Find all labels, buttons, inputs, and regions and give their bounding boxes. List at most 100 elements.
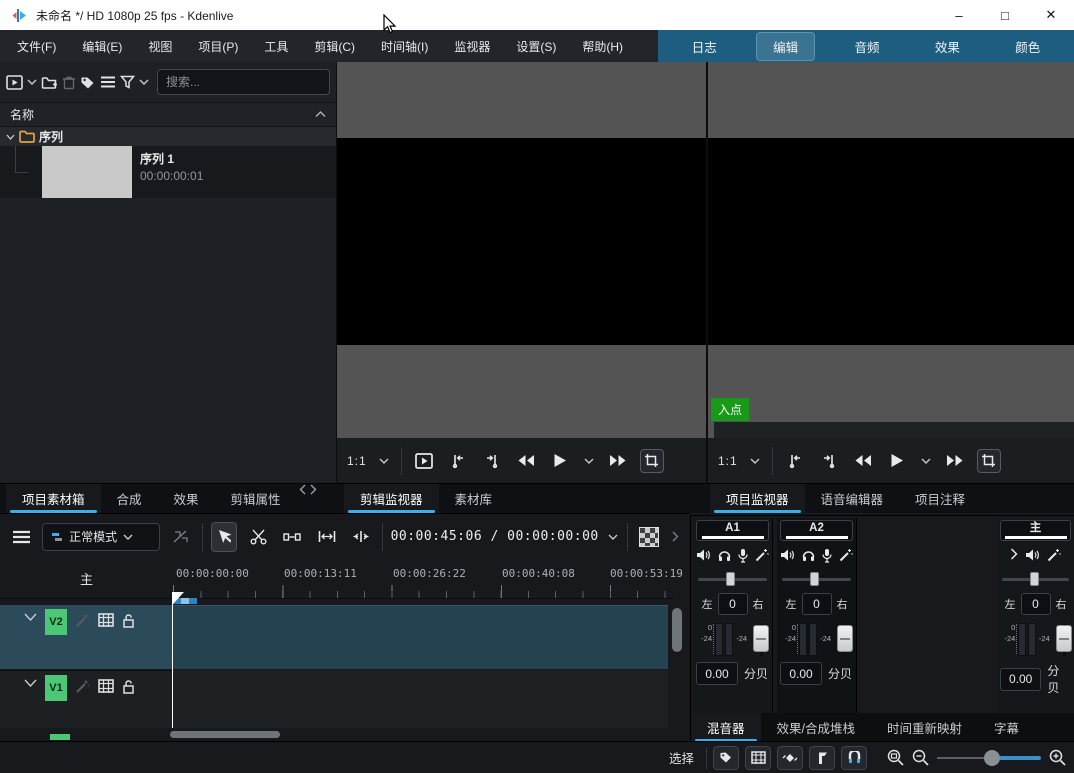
effects-icon[interactable] xyxy=(755,548,769,564)
timeline-zoom-slider[interactable] xyxy=(937,750,1041,766)
minimize-button[interactable]: – xyxy=(936,0,982,30)
project-monitor-zoom-level[interactable]: 1:1 xyxy=(718,454,738,468)
razor-tool-icon[interactable] xyxy=(245,522,271,552)
filter-dropdown-icon[interactable] xyxy=(139,70,149,94)
resize-item-icon[interactable] xyxy=(314,522,340,552)
sequence-tab-main[interactable]: 主 xyxy=(0,559,173,599)
maximize-button[interactable]: □ xyxy=(982,0,1028,30)
snap-markers-button[interactable] xyxy=(809,746,835,770)
mute-icon[interactable] xyxy=(1025,548,1040,564)
bin-clip-row[interactable]: 序列 1 00:00:00:01 xyxy=(0,146,336,198)
toolbar-overflow-icon[interactable] xyxy=(670,525,682,549)
tab-project-monitor[interactable]: 项目监视器 xyxy=(710,484,805,513)
effects-icon[interactable] xyxy=(839,548,853,564)
menu-tools[interactable]: 工具 xyxy=(251,30,301,62)
timecode-dropdown-icon[interactable] xyxy=(607,525,619,549)
play-icon[interactable] xyxy=(548,449,572,473)
channel-title-button[interactable]: A2 xyxy=(780,520,853,541)
set-out-point-icon[interactable] xyxy=(480,449,504,473)
tab-subtitles[interactable]: 字幕 xyxy=(978,713,1035,742)
set-in-point-icon[interactable] xyxy=(783,449,807,473)
mute-icon[interactable] xyxy=(696,548,711,564)
clip-in-timeline-icon[interactable] xyxy=(412,449,436,473)
mute-icon[interactable] xyxy=(780,548,795,564)
record-icon[interactable] xyxy=(822,548,832,564)
track-lock-icon[interactable] xyxy=(122,679,135,694)
add-clip-button[interactable] xyxy=(6,70,23,94)
balance-value[interactable]: 0 xyxy=(718,593,748,615)
tab-scroll-right-icon[interactable] xyxy=(308,484,319,495)
tab-mixer[interactable]: 混音器 xyxy=(691,713,761,742)
menu-timeline[interactable]: 时间轴(I) xyxy=(368,30,441,62)
solo-icon[interactable] xyxy=(802,548,815,564)
play-icon[interactable] xyxy=(885,449,909,473)
fast-forward-icon[interactable] xyxy=(943,449,967,473)
timeline-ruler[interactable]: 00:00:00:00 00:00:13:11 00:00:26:22 00:0… xyxy=(173,559,673,599)
tag-icon[interactable] xyxy=(80,70,96,94)
zoom-dropdown-icon[interactable] xyxy=(748,449,762,473)
clip-thumbnail[interactable] xyxy=(42,146,132,198)
track-effects-icon[interactable] xyxy=(75,679,90,694)
filter-icon[interactable] xyxy=(120,70,135,94)
show-markers-button[interactable] xyxy=(713,746,739,770)
tab-effects[interactable]: 效果 xyxy=(158,484,215,513)
bin-menu-icon[interactable] xyxy=(100,70,116,94)
rewind-icon[interactable] xyxy=(851,449,875,473)
workspace-tab-effects[interactable]: 效果 xyxy=(919,33,976,60)
zoom-dropdown-icon[interactable] xyxy=(377,449,391,473)
transparency-background-button[interactable] xyxy=(636,522,662,552)
menu-view[interactable]: 视图 xyxy=(135,30,185,62)
balance-value[interactable]: 0 xyxy=(1021,593,1051,615)
track-lock-icon[interactable] xyxy=(122,613,135,628)
menu-edit[interactable]: 编辑(E) xyxy=(69,30,135,62)
timeline-position-timecode[interactable]: 00:00:45:06 / 00:00:00:00 xyxy=(391,529,599,544)
clip-monitor-zoom-level[interactable]: 1:1 xyxy=(347,454,367,468)
expand-arrow-icon[interactable] xyxy=(6,134,15,140)
timeline-menu-icon[interactable] xyxy=(8,522,34,552)
collapse-track-icon[interactable] xyxy=(24,679,37,687)
tab-speech-editor[interactable]: 语音编辑器 xyxy=(805,484,900,513)
tab-time-remap[interactable]: 时间重新映射 xyxy=(871,713,978,742)
close-button[interactable]: ✕ xyxy=(1028,0,1074,30)
tab-project-notes[interactable]: 项目注释 xyxy=(899,484,981,513)
pan-slider[interactable] xyxy=(1000,572,1071,586)
track-video-icon[interactable] xyxy=(98,613,114,627)
bin-name-column-header[interactable]: 名称 xyxy=(0,102,336,127)
add-clip-dropdown-icon[interactable] xyxy=(27,70,37,94)
tab-clip-properties[interactable]: 剪辑属性 xyxy=(215,484,297,513)
track-effects-icon[interactable] xyxy=(75,613,90,628)
selection-tool-button[interactable] xyxy=(211,522,237,552)
create-folder-icon[interactable] xyxy=(41,70,58,94)
project-monitor-zone-bar[interactable] xyxy=(714,422,1074,438)
gain-value[interactable]: 0.00 xyxy=(780,662,822,685)
gain-value[interactable]: 0.00 xyxy=(696,662,738,685)
zone-mode-button[interactable] xyxy=(977,449,1001,473)
track-lane-v2[interactable] xyxy=(173,605,668,669)
menu-monitor[interactable]: 监视器 xyxy=(441,30,503,62)
zoom-out-icon[interactable] xyxy=(912,749,929,766)
workspace-tab-color[interactable]: 颜色 xyxy=(999,33,1056,60)
set-out-point-icon[interactable] xyxy=(817,449,841,473)
volume-slider[interactable] xyxy=(753,623,769,656)
channel-title-button[interactable]: 主 xyxy=(1000,520,1071,541)
record-icon[interactable] xyxy=(738,548,748,564)
play-dropdown-icon[interactable] xyxy=(919,449,933,473)
zoom-slider-handle[interactable] xyxy=(984,750,1000,766)
pan-slider[interactable] xyxy=(780,572,853,586)
bin-folder-row[interactable]: 序列 xyxy=(0,127,336,146)
balance-value[interactable]: 0 xyxy=(802,593,832,615)
tab-compositions[interactable]: 合成 xyxy=(101,484,158,513)
rewind-icon[interactable] xyxy=(514,449,538,473)
menu-file[interactable]: 文件(F) xyxy=(4,30,69,62)
zoom-in-icon[interactable] xyxy=(1049,749,1066,766)
slip-tool-icon[interactable] xyxy=(348,522,374,552)
clip-monitor-video-area[interactable] xyxy=(337,138,706,345)
edit-mode-select[interactable]: 正常模式 xyxy=(42,523,160,551)
timeline-horizontal-scrollbar[interactable] xyxy=(170,731,280,738)
volume-slider[interactable] xyxy=(837,623,853,656)
effects-icon[interactable] xyxy=(1047,548,1061,564)
track-badge[interactable]: V2 xyxy=(45,609,67,635)
gain-value[interactable]: 0.00 xyxy=(1000,668,1041,691)
workspace-tab-log[interactable]: 日志 xyxy=(676,33,733,60)
track-video-icon[interactable] xyxy=(98,679,114,693)
